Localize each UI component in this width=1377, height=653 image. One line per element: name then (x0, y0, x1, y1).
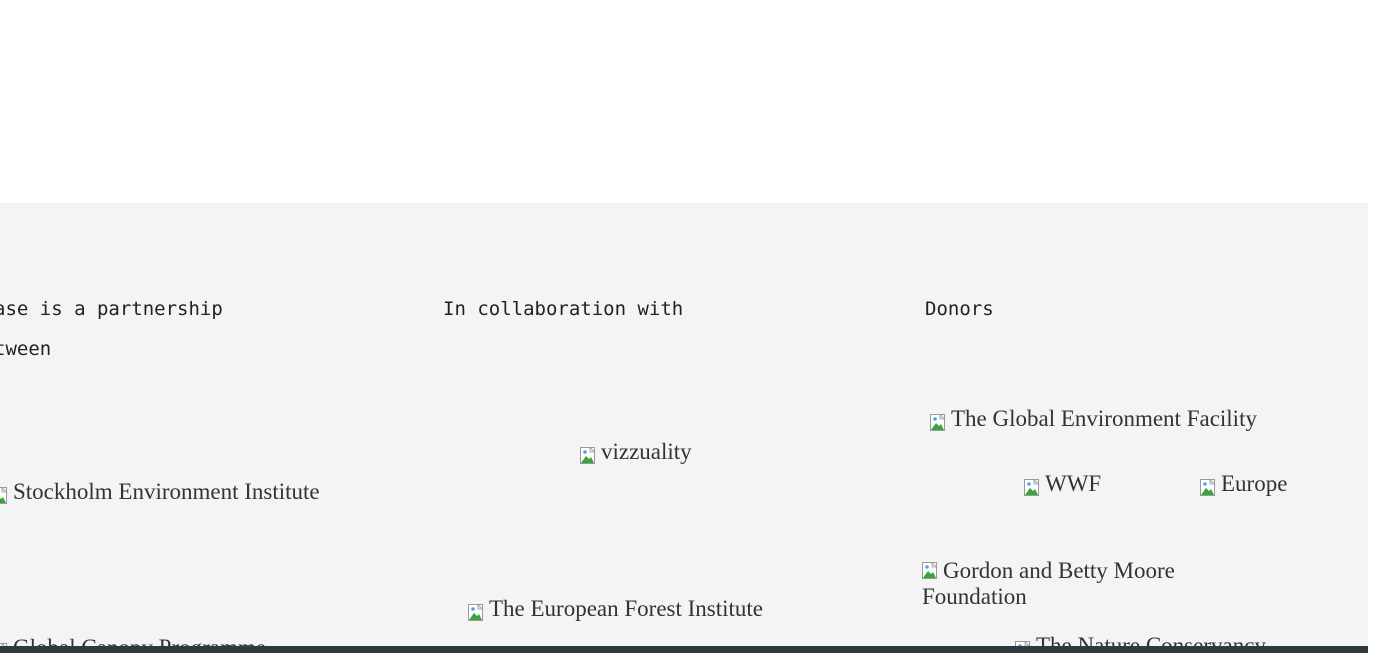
collaborator-logo-efi[interactable]: The European Forest Institute (468, 596, 763, 622)
partnership-heading: ase is a partnership tween (0, 289, 223, 369)
donor-logo-wwf[interactable]: WWF (1024, 471, 1101, 497)
donor-logo-gef-alt: The Global Environment Facility (951, 406, 1257, 431)
partnership-heading-line1: ase is a partnership (0, 298, 223, 320)
broken-image-icon (1200, 479, 1216, 496)
broken-image-icon (922, 562, 938, 579)
page: ase is a partnership tween In collaborati… (0, 0, 1377, 653)
broken-image-icon (468, 604, 484, 621)
collaboration-heading: In collaboration with (443, 298, 684, 320)
donor-logo-moore-foundation-alt: Gordon and Betty Moore Foundation (922, 558, 1175, 609)
broken-image-icon (930, 414, 946, 431)
donors-heading: Donors (925, 298, 994, 320)
collaborator-logo-efi-alt: The European Forest Institute (489, 596, 764, 621)
footer-bar (0, 646, 1368, 653)
partner-logo-sei-alt: Stockholm Environment Institute (13, 479, 320, 504)
broken-image-icon (0, 487, 8, 504)
donor-logo-gef[interactable]: The Global Environment Facility (930, 406, 1257, 432)
donor-logo-moore-foundation[interactable]: Gordon and Betty Moore Foundation (922, 558, 1252, 610)
donor-logo-europe[interactable]: Europe (1200, 471, 1287, 497)
partners-section: ase is a partnership tween In collaborati… (0, 203, 1368, 653)
donor-logo-europe-alt: Europe (1221, 471, 1288, 496)
broken-image-icon (580, 447, 596, 464)
partner-logo-sei[interactable]: Stockholm Environment Institute (0, 479, 320, 505)
broken-image-icon (1024, 479, 1040, 496)
collaborator-logo-vizzuality-alt: vizzuality (601, 439, 692, 464)
partnership-heading-line2: tween (0, 338, 52, 360)
collaborator-logo-vizzuality[interactable]: vizzuality (580, 439, 692, 465)
donor-logo-wwf-alt: WWF (1045, 471, 1102, 496)
